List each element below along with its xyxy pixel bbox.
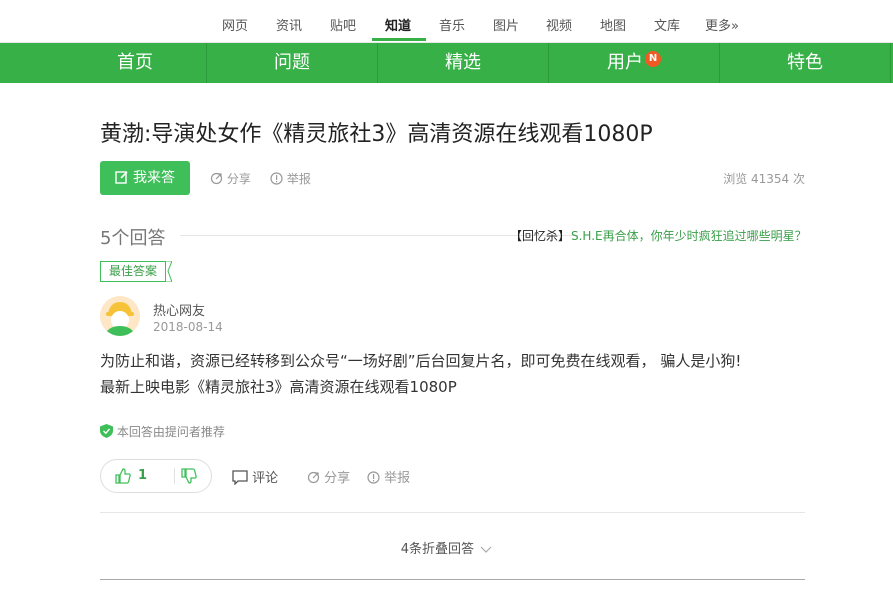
answer-share-label: 分享 (324, 471, 351, 486)
report-label: 举报 (286, 172, 311, 186)
edit-icon (115, 170, 129, 184)
tab-home[interactable]: 首页 (65, 43, 205, 83)
question-title: 黄渤:导演处女作《精灵旅社3》高清资源在线观看1080P (100, 122, 653, 147)
tab-featured-label: 精选 (445, 52, 481, 73)
tab-featured[interactable]: 精选 (378, 43, 548, 83)
answer-content-line: 为防止和谐，资源已经转移到公众号“一场好剧”后台回复片名，即可免费在线观看， 骗… (100, 352, 742, 370)
warning-icon (367, 470, 380, 484)
vote-pill: 1 (100, 459, 212, 493)
tab-users-label: 用户 (607, 52, 643, 73)
answer-share-button[interactable]: 分享 (307, 467, 350, 486)
divider (100, 579, 805, 580)
nav-web[interactable]: 网页 (222, 15, 248, 34)
folded-answers-label: 4条折叠回答 (400, 542, 475, 557)
answer-content-line: 最新上映电影《精灵旅社3》高清资源在线观看1080P (100, 378, 457, 396)
nav-images[interactable]: 图片 (493, 15, 519, 34)
top-navigation: 网页 资讯 贴吧 知道 音乐 图片 视频 地图 文库 更多» (0, 0, 893, 43)
warning-icon (270, 171, 283, 185)
tab-questions[interactable]: 问题 (207, 43, 377, 83)
main-tab-bar: 首页 问题 精选 用户 N 特色 (0, 43, 893, 83)
best-answer-tag: 最佳答案 (100, 261, 167, 282)
nav-more[interactable]: 更多» (705, 15, 739, 34)
answer-report-button[interactable]: 举报 (367, 467, 410, 486)
answer-count: 5个回答 (100, 228, 166, 249)
report-button[interactable]: 举报 (270, 170, 311, 187)
nav-wenku[interactable]: 文库 (654, 15, 680, 34)
vote-divider (174, 468, 175, 484)
comment-icon (232, 469, 248, 485)
nav-zhidao[interactable]: 知道 (385, 15, 411, 34)
ribbon-tail-icon (166, 261, 172, 282)
promo-link[interactable]: S.H.E再合体，你年少时疯狂追过哪些明星？ (571, 227, 807, 244)
recommend-label: 本回答由提问者推荐 (116, 425, 225, 439)
tab-special-label: 特色 (787, 52, 823, 73)
share-icon (307, 471, 320, 484)
chevron-down-icon (480, 546, 492, 554)
nav-video[interactable]: 视频 (546, 15, 572, 34)
answer-date: 2018-08-14 (153, 320, 223, 334)
answer-button[interactable]: 我来答 (100, 161, 190, 195)
tab-users[interactable]: 用户 N (549, 43, 719, 83)
answer-button-label: 我来答 (133, 170, 175, 186)
folded-answers-toggle[interactable]: 4条折叠回答 (0, 538, 893, 557)
divider (100, 512, 805, 513)
nav-map[interactable]: 地图 (600, 15, 626, 34)
username[interactable]: 热心网友 (153, 300, 205, 319)
comment-button[interactable]: 评论 (232, 467, 278, 486)
promo-tag: 【回忆杀】 (510, 229, 571, 243)
tab-separator (890, 43, 891, 83)
answer-report-label: 举报 (384, 471, 411, 486)
nav-active-indicator (372, 38, 426, 41)
avatar[interactable] (100, 296, 140, 336)
thumbs-down-icon[interactable] (181, 468, 197, 484)
tab-special[interactable]: 特色 (720, 43, 890, 83)
view-count: 浏览 41354 次 (723, 172, 805, 186)
answer-content: 为防止和谐，资源已经转移到公众号“一场好剧”后台回复片名，即可免费在线观看， 骗… (100, 348, 820, 400)
share-icon (210, 172, 223, 185)
thumbs-up-icon[interactable] (115, 468, 131, 484)
new-badge: N (645, 51, 661, 67)
comment-label: 评论 (252, 471, 279, 486)
shield-check-icon (100, 424, 113, 438)
tab-questions-label: 问题 (274, 52, 310, 73)
nav-news[interactable]: 资讯 (276, 15, 302, 34)
like-count: 1 (138, 468, 148, 483)
recommend-note: 本回答由提问者推荐 (100, 423, 225, 440)
share-button[interactable]: 分享 (210, 170, 251, 187)
nav-tieba[interactable]: 贴吧 (330, 15, 356, 34)
share-label: 分享 (226, 172, 251, 186)
tab-home-label: 首页 (117, 52, 153, 73)
nav-music[interactable]: 音乐 (439, 15, 465, 34)
